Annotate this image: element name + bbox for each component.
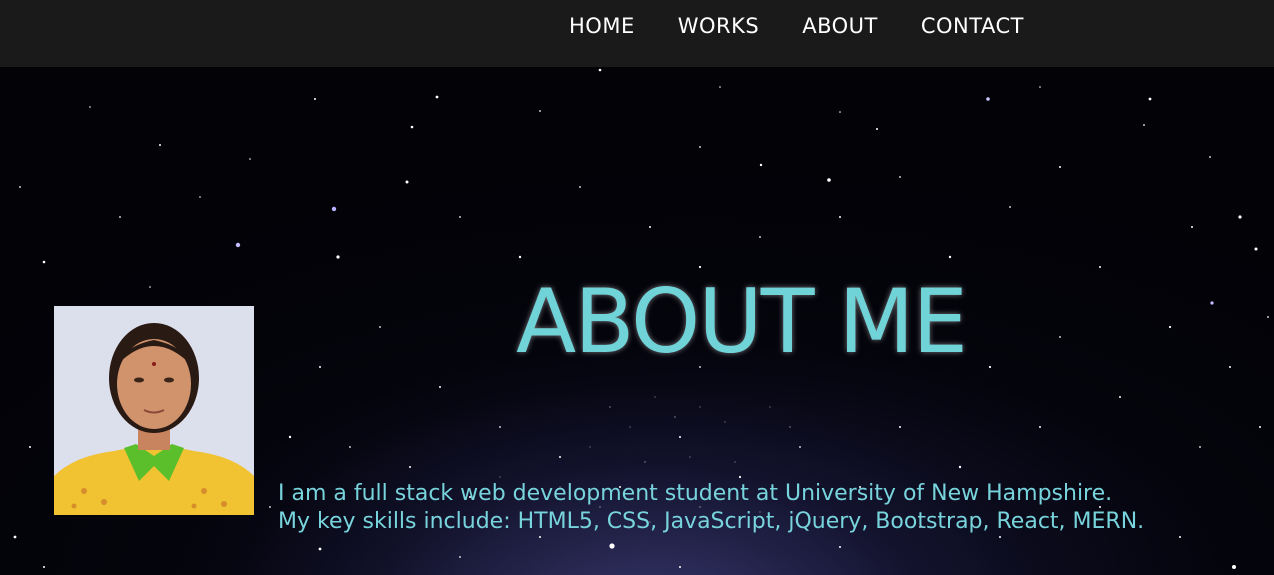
page-title: ABOUT ME: [516, 270, 968, 373]
profile-photo-image: [54, 306, 254, 515]
bio-text: I am a full stack web development studen…: [278, 480, 1144, 536]
page: HOME WORKS ABOUT CONTACT ABOUT ME I am a…: [0, 0, 1274, 575]
bio-line-education: I am a full stack web development studen…: [278, 481, 1113, 506]
profile-photo: [54, 306, 254, 515]
top-navbar: HOME WORKS ABOUT CONTACT: [0, 0, 1274, 67]
nav-link-works[interactable]: WORKS: [678, 12, 760, 40]
nav-link-contact[interactable]: CONTACT: [921, 12, 1024, 40]
nav-link-about[interactable]: ABOUT: [802, 12, 878, 40]
bio-line-skills: My key skills include: HTML5, CSS, JavaS…: [278, 509, 1145, 534]
nav-link-home[interactable]: HOME: [569, 12, 635, 40]
nav-links: HOME WORKS ABOUT CONTACT: [569, 12, 1024, 40]
